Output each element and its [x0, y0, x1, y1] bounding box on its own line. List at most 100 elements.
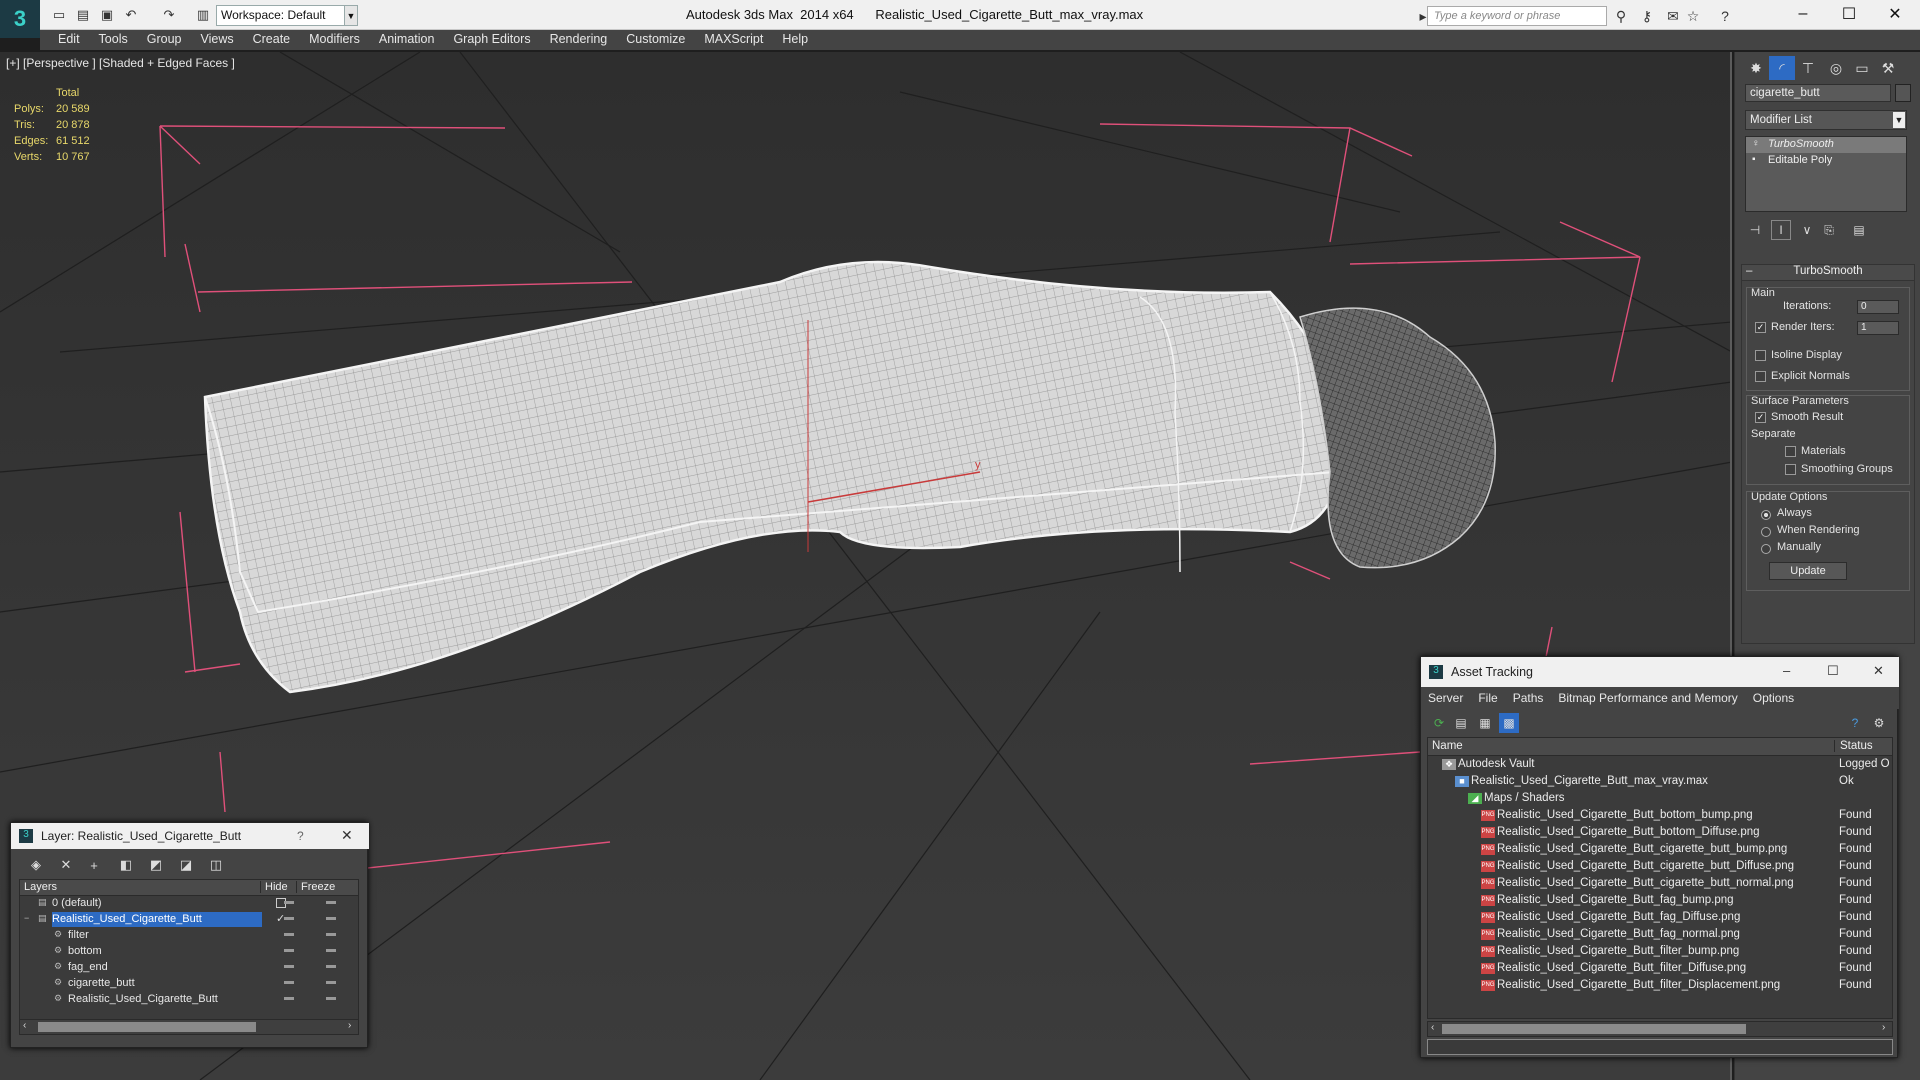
render-iters-spinner[interactable]: 1	[1857, 321, 1899, 335]
help-icon[interactable]: ?	[1845, 713, 1865, 733]
menu-server[interactable]: Server	[1421, 687, 1471, 705]
project-folder-icon[interactable]: ▥	[194, 6, 212, 24]
minimize-icon[interactable]: –	[1780, 0, 1826, 28]
collapse-icon[interactable]: −	[24, 913, 29, 923]
close-icon[interactable]: ✕	[1873, 663, 1884, 679]
thumbnail-view-icon[interactable]: ▦	[1475, 713, 1495, 733]
layer-name[interactable]: Realistic_Used_Cigarette_Butt	[68, 992, 221, 1007]
column-freeze[interactable]: Freeze	[296, 881, 335, 893]
render-iters-checkbox[interactable]: ✓	[1755, 320, 1766, 334]
close-icon[interactable]: ✕	[341, 827, 353, 844]
communication-icon[interactable]: ✉	[1664, 7, 1682, 25]
horizontal-scrollbar[interactable]: ‹ ›	[1427, 1021, 1893, 1037]
menu-modifiers[interactable]: Modifiers	[299, 30, 369, 50]
star-icon[interactable]: ☆	[1684, 7, 1702, 25]
select-in-layer-icon[interactable]: ◧	[115, 855, 137, 875]
layer-name[interactable]: bottom	[68, 944, 105, 959]
layer-name[interactable]: 0 (default)	[52, 896, 105, 911]
when-rendering-radio[interactable]	[1761, 524, 1771, 538]
freeze-all-icon[interactable]: ◫	[205, 855, 227, 875]
chevron-down-icon[interactable]: ▼	[1893, 112, 1905, 128]
make-unique-icon[interactable]: ∨	[1797, 220, 1817, 240]
menu-bitmap-performance[interactable]: Bitmap Performance and Memory	[1551, 687, 1745, 705]
menu-group[interactable]: Group	[137, 30, 191, 50]
workspace-select[interactable]: Workspace: Default	[216, 5, 358, 26]
configure-sets-icon[interactable]: ▤	[1849, 220, 1869, 240]
display-tab-icon[interactable]: ▭	[1849, 56, 1875, 80]
asset-row[interactable]: PNG Realistic_Used_Cigarette_Butt_cigaret…	[1428, 841, 1892, 858]
asset-row[interactable]: PNG Realistic_Used_Cigarette_Butt_filter_…	[1428, 960, 1892, 977]
stack-item-editable-poly[interactable]: ▪ Editable Poly	[1746, 153, 1906, 169]
object-color-swatch[interactable]	[1895, 84, 1911, 102]
update-button[interactable]: Update	[1769, 562, 1847, 580]
layer-name[interactable]: Realistic_Used_Cigarette_Butt	[52, 912, 262, 927]
scroll-right-icon[interactable]: ›	[348, 1020, 351, 1031]
scroll-left-icon[interactable]: ‹	[1431, 1022, 1434, 1033]
undo-icon[interactable]: ↶	[122, 6, 140, 24]
app-logo-icon[interactable]: 3	[0, 0, 40, 38]
column-layers[interactable]: Layers	[24, 881, 57, 893]
binoculars-icon[interactable]: ⚲	[1612, 7, 1630, 25]
asset-row[interactable]: PNG Realistic_Used_Cigarette_Butt_filter_…	[1428, 977, 1892, 994]
asset-row[interactable]: ❖ Autodesk Vault Logged O	[1428, 756, 1892, 773]
menu-customize[interactable]: Customize	[616, 30, 694, 50]
viewport-label[interactable]: [+] [Perspective ] [Shaded + Edged Faces…	[6, 56, 235, 70]
column-name[interactable]: Name	[1432, 740, 1463, 752]
lightbulb-icon[interactable]: ♀	[1752, 138, 1760, 149]
smooth-result-checkbox[interactable]: ✓	[1755, 410, 1766, 424]
layer-window-titlebar[interactable]: 3 Layer: Realistic_Used_Cigarette_Butt ?…	[11, 823, 369, 849]
scroll-right-icon[interactable]: ›	[1882, 1022, 1885, 1033]
remove-modifier-icon[interactable]: ⎘	[1819, 220, 1839, 240]
stack-item-turbosmooth[interactable]: ♀ TurboSmooth	[1746, 137, 1906, 153]
always-radio[interactable]	[1761, 507, 1771, 521]
menu-options[interactable]: Options	[1746, 687, 1802, 705]
highlight-layer-icon[interactable]: ◩	[145, 855, 167, 875]
materials-checkbox[interactable]	[1785, 444, 1796, 458]
menu-create[interactable]: Create	[243, 30, 300, 50]
rollout-header[interactable]: – TurboSmooth	[1742, 265, 1914, 281]
settings-icon[interactable]: ⚙	[1869, 713, 1889, 733]
menu-maxscript[interactable]: MAXScript	[694, 30, 772, 50]
refresh-icon[interactable]: ⟳	[1429, 713, 1449, 733]
asset-row[interactable]: ◢ Maps / Shaders	[1428, 790, 1892, 807]
layer-row[interactable]: ⚙ bottom ▬ ▬	[20, 944, 358, 960]
menu-help[interactable]: Help	[772, 30, 817, 50]
hide-all-icon[interactable]: ◪	[175, 855, 197, 875]
layer-row[interactable]: ▤ 0 (default) ▬ ▬	[20, 896, 358, 912]
help-icon[interactable]: ?	[1716, 7, 1734, 25]
list-view-icon[interactable]: ▤	[1451, 713, 1471, 733]
asset-row[interactable]: PNG Realistic_Used_Cigarette_Butt_fag_Dif…	[1428, 909, 1892, 926]
table-view-icon[interactable]: ▩	[1499, 713, 1519, 733]
scrollbar-thumb[interactable]	[1442, 1024, 1746, 1034]
layer-row[interactable]: ⚙ fag_end ▬ ▬	[20, 960, 358, 976]
menu-rendering[interactable]: Rendering	[540, 30, 617, 50]
close-icon[interactable]: ✕	[1872, 0, 1918, 28]
new-file-icon[interactable]: ▭	[50, 6, 68, 24]
delete-layer-icon[interactable]: ✕	[55, 855, 77, 875]
menu-file[interactable]: File	[1471, 687, 1505, 705]
expand-plus-icon[interactable]: ▪	[1752, 154, 1756, 165]
iterations-spinner[interactable]: 0	[1857, 300, 1899, 314]
object-name-field[interactable]: cigarette_butt	[1745, 84, 1891, 102]
manually-radio[interactable]	[1761, 541, 1771, 555]
create-tab-icon[interactable]: ✸	[1743, 56, 1769, 80]
add-to-layer-icon[interactable]: +	[83, 855, 105, 875]
explicit-normals-checkbox[interactable]	[1755, 369, 1766, 383]
key-icon[interactable]: ⚷	[1638, 7, 1656, 25]
layer-row[interactable]: ⚙ filter ▬ ▬	[20, 928, 358, 944]
hierarchy-tab-icon[interactable]: ⊤	[1795, 56, 1821, 80]
smoothing-groups-checkbox[interactable]	[1785, 462, 1796, 476]
show-end-result-icon[interactable]: I	[1771, 220, 1791, 240]
modifier-list-dropdown[interactable]: Modifier List	[1745, 110, 1907, 130]
menu-graph-editors[interactable]: Graph Editors	[443, 30, 539, 50]
open-file-icon[interactable]: ▤	[74, 6, 92, 24]
layer-row[interactable]: ⚙ cigarette_butt ▬ ▬	[20, 976, 358, 992]
menu-animation[interactable]: Animation	[369, 30, 444, 50]
layer-row[interactable]: − ▤ Realistic_Used_Cigarette_Butt ✓ ▬ ▬	[20, 912, 358, 928]
asset-row[interactable]: PNG Realistic_Used_Cigarette_Butt_bottom_…	[1428, 807, 1892, 824]
layer-name[interactable]: fag_end	[68, 960, 111, 975]
isoline-checkbox[interactable]	[1755, 348, 1766, 362]
menu-paths[interactable]: Paths	[1506, 687, 1552, 705]
save-icon[interactable]: ▣	[98, 6, 116, 24]
redo-icon[interactable]: ↷	[160, 6, 178, 24]
